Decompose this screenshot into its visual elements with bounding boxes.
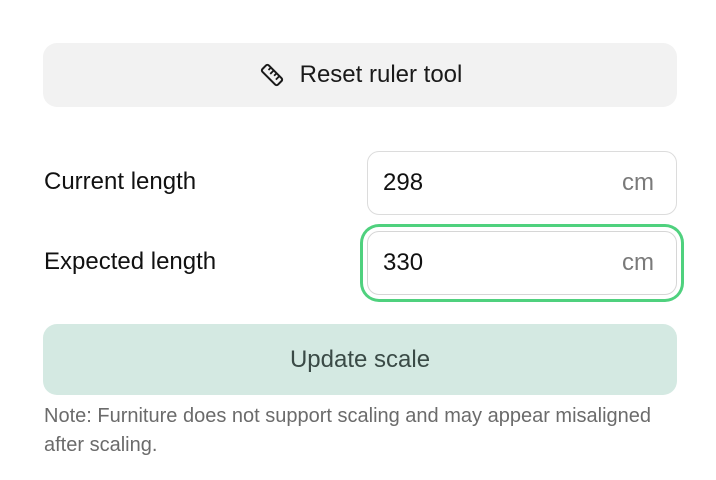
- expected-length-field[interactable]: cm: [367, 231, 677, 295]
- current-length-unit: cm: [622, 169, 654, 196]
- current-length-input[interactable]: [383, 169, 622, 197]
- update-scale-label: Update scale: [289, 345, 431, 373]
- reset-ruler-tool-button[interactable]: Reset ruler tool: [43, 43, 677, 107]
- scaling-note: Note: Furniture does not support scaling…: [44, 405, 652, 456]
- update-scale-button[interactable]: Update scale: [43, 324, 677, 395]
- expected-length-input[interactable]: [383, 249, 622, 277]
- expected-length-label: Expected length: [44, 248, 217, 275]
- current-length-field[interactable]: cm: [367, 151, 677, 215]
- expected-length-unit: cm: [622, 249, 654, 276]
- current-length-label: Current length: [44, 168, 197, 195]
- ruler-icon: [258, 61, 286, 89]
- reset-ruler-tool-label: Reset ruler tool: [299, 61, 463, 88]
